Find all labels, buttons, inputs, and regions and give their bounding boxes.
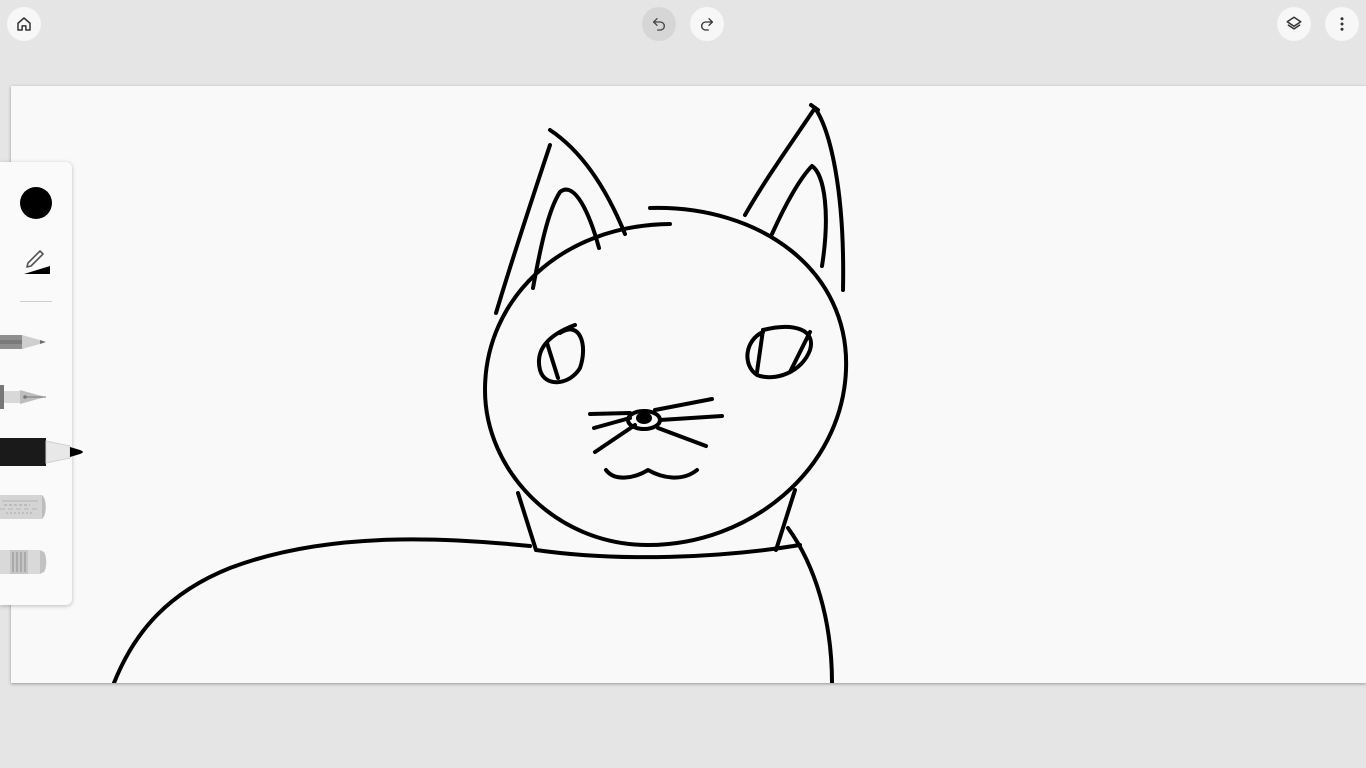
color-swatch-button[interactable] [20,187,52,219]
texture-brush-tool[interactable] [0,487,84,527]
cat-whisker-3 [593,423,637,454]
cat-right-ear-outer [743,106,846,292]
cat-chest [786,526,834,683]
more-vertical-icon [1340,17,1344,31]
fountain-pen-icon [0,385,46,409]
cat-mouth [604,468,699,480]
cat-collar [534,543,802,560]
redo-icon [701,18,713,31]
cat-whisker-5 [658,414,724,422]
cat-back [112,537,532,683]
fountain-pen-tool[interactable] [0,377,84,417]
cat-whisker-2 [592,416,632,430]
palette-divider [20,301,52,302]
home-icon [17,17,31,31]
layers-icon [1286,16,1302,30]
cat-left-eye-pupil [545,341,560,380]
cat-left-eye [536,323,586,385]
cat-right-ear-inner [770,164,828,268]
pencil-tool[interactable] [0,322,84,362]
pencil-size-icon [24,250,50,274]
texture-brush-icon [0,495,46,519]
cat-whisker-1 [588,411,632,416]
eraser-icon [0,550,47,574]
marker-icon [0,438,83,466]
tool-palette [0,162,83,605]
redo-button[interactable] [690,7,724,41]
layers-button[interactable] [1277,7,1311,41]
more-menu-button[interactable] [1325,7,1359,41]
eraser-tool[interactable] [0,542,84,582]
stroke-size-button[interactable] [20,242,54,276]
cat-whisker-6 [656,426,708,448]
cat-drawing [112,103,849,683]
cat-whisker-4 [653,397,714,412]
undo-icon [653,18,665,31]
marker-tool[interactable] [0,432,84,472]
home-button[interactable] [7,7,41,41]
pencil-icon [0,335,46,349]
undo-button[interactable] [642,7,676,41]
drawing-canvas[interactable] [11,86,1366,683]
